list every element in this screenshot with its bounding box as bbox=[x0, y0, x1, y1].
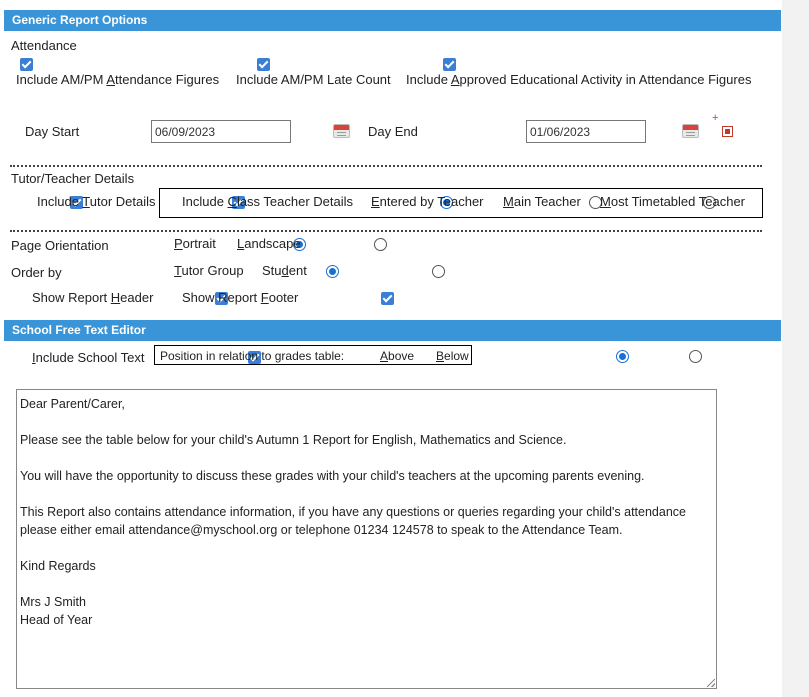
add-icon[interactable]: + bbox=[712, 113, 718, 124]
most-timetabled-teacher-label[interactable]: Most Timetabled Teacher bbox=[600, 194, 745, 209]
tutor-group-label[interactable]: Tutor Group bbox=[174, 263, 244, 278]
above-label[interactable]: Above bbox=[380, 349, 414, 363]
below-label[interactable]: Below bbox=[436, 349, 469, 363]
text-line: Dear Parent/Carer, bbox=[20, 397, 125, 411]
include-tutor-label[interactable]: Include Tutor Details bbox=[37, 194, 156, 209]
text-line: please either email attendance@myschool.… bbox=[20, 523, 623, 537]
student-radio[interactable] bbox=[431, 265, 445, 278]
portrait-label[interactable]: Portrait bbox=[174, 236, 216, 251]
text-line: Kind Regards bbox=[20, 559, 96, 573]
day-end-calendar-icon[interactable] bbox=[682, 124, 699, 138]
text-line: Mrs J Smith bbox=[20, 595, 86, 609]
landscape-radio[interactable] bbox=[373, 238, 387, 251]
day-start-input[interactable] bbox=[151, 120, 291, 143]
day-start-calendar-icon[interactable] bbox=[333, 124, 350, 138]
day-end-input[interactable] bbox=[526, 120, 646, 143]
approved-activity-checkbox[interactable] bbox=[443, 58, 457, 71]
main-teacher-label[interactable]: Main Teacher bbox=[503, 194, 581, 209]
text-line bbox=[20, 539, 713, 557]
tutor-teacher-section-label: Tutor/Teacher Details bbox=[11, 171, 135, 186]
am-pm-attendance-label[interactable]: Include AM/PM Attendance Figures bbox=[16, 72, 219, 87]
order-by-label: Order by bbox=[11, 265, 62, 280]
generic-report-options-header: Generic Report Options bbox=[4, 10, 781, 31]
report-options-panel: Generic Report Options Attendance Includ… bbox=[0, 0, 782, 697]
school-free-text-editor-header: School Free Text Editor bbox=[4, 320, 781, 341]
text-line bbox=[20, 449, 713, 467]
page-orientation-label: Page Orientation bbox=[11, 238, 109, 253]
show-report-footer-checkbox[interactable] bbox=[381, 292, 395, 305]
am-pm-attendance-checkbox[interactable] bbox=[20, 58, 33, 71]
text-line: You will have the opportunity to discuss… bbox=[20, 469, 645, 483]
position-label: Position in relation to grades table: bbox=[160, 349, 345, 363]
below-radio[interactable] bbox=[689, 350, 702, 363]
attendance-label: Attendance bbox=[11, 38, 77, 53]
resize-handle[interactable] bbox=[707, 679, 715, 687]
day-start-label: Day Start bbox=[25, 124, 80, 139]
late-count-checkbox[interactable] bbox=[256, 58, 270, 71]
text-line: This Report also contains attendance inf… bbox=[20, 505, 686, 519]
text-line bbox=[20, 413, 713, 431]
text-line bbox=[20, 575, 713, 593]
show-report-footer-label[interactable]: Show Report Footer bbox=[182, 290, 298, 305]
show-report-header-label[interactable]: Show Report Header bbox=[32, 290, 153, 305]
student-label[interactable]: Student bbox=[262, 263, 307, 278]
approved-activity-label[interactable]: Include Approved Educational Activity in… bbox=[406, 72, 751, 87]
text-line bbox=[20, 485, 713, 503]
school-text-editor[interactable]: Dear Parent/Carer, Please see the table … bbox=[16, 389, 717, 689]
day-end-label: Day End bbox=[368, 124, 418, 139]
text-line: Head of Year bbox=[20, 613, 93, 627]
include-class-teacher-label[interactable]: Include Class Teacher Details bbox=[182, 194, 353, 209]
divider bbox=[10, 165, 762, 167]
text-line: Please see the table below for your chil… bbox=[20, 433, 567, 447]
divider bbox=[10, 230, 762, 232]
above-radio[interactable] bbox=[616, 350, 630, 363]
tutor-group-radio[interactable] bbox=[326, 265, 340, 278]
late-count-label[interactable]: Include AM/PM Late Count bbox=[236, 72, 391, 87]
include-school-text-label[interactable]: Include School Text bbox=[32, 350, 145, 365]
entered-by-teacher-label[interactable]: Entered by Teacher bbox=[371, 194, 484, 209]
landscape-label[interactable]: Landscape bbox=[237, 236, 301, 251]
clear-date-icon[interactable] bbox=[722, 126, 733, 137]
